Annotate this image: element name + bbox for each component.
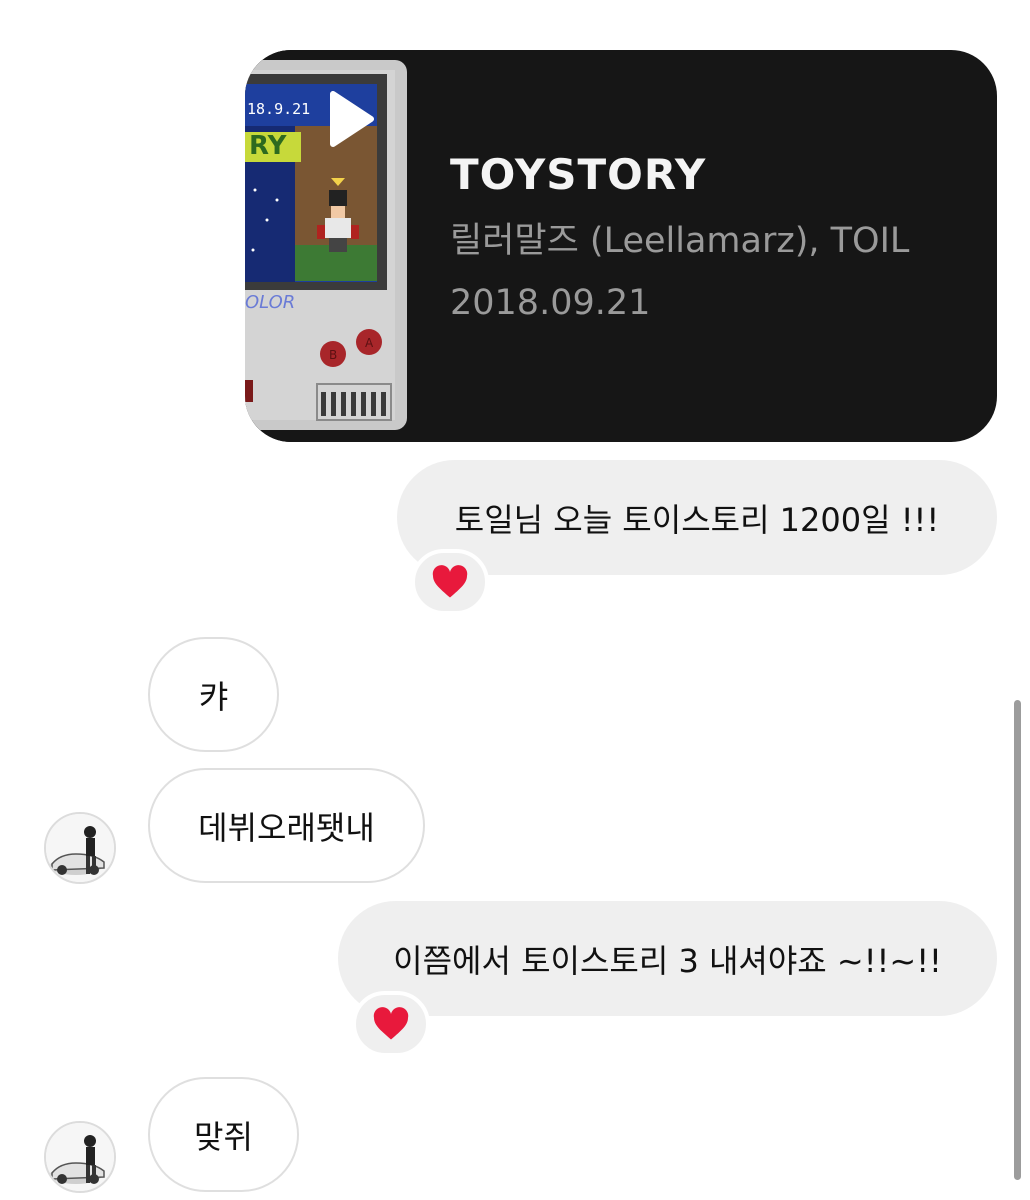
message-reaction[interactable]: [352, 991, 430, 1057]
heart-icon: [432, 565, 468, 598]
song-title: TOYSTORY: [450, 150, 707, 199]
message-reaction[interactable]: [411, 549, 489, 615]
avatar[interactable]: [44, 1121, 116, 1193]
message-text: 맞쥐: [194, 1117, 253, 1156]
user-avatar-icon: [46, 1123, 114, 1191]
button-b-label: B: [329, 348, 337, 362]
shared-song-card[interactable]: 18.9.21 RY OLOR B A TOYSTORY 릴러말즈 (Leell…: [245, 50, 997, 442]
screen-date-text: 18.9.21: [247, 100, 310, 118]
console-brand-text: OLOR: [245, 292, 295, 313]
message-text: 이쯤에서 토이스토리 3 내셔야죠 ~!!~!!: [393, 941, 942, 980]
heart-icon: [373, 1007, 409, 1040]
song-info: TOYSTORY 릴러말즈 (Leellamarz), TOIL 2018.09…: [450, 144, 987, 334]
message-bubble-received[interactable]: 데뷔오래됏내: [148, 768, 425, 883]
song-release-date: 2018.09.21: [450, 283, 651, 323]
message-text: 캬: [198, 677, 229, 716]
button-a-label: A: [365, 336, 374, 350]
message-text: 데뷔오래됏내: [198, 808, 375, 847]
message-text: 토일님 오늘 토이스토리 1200일 !!!: [454, 500, 940, 539]
handheld-console-artwork: 18.9.21 RY OLOR B A: [245, 50, 410, 442]
message-bubble-sent[interactable]: 토일님 오늘 토이스토리 1200일 !!!: [397, 460, 997, 575]
song-artist: 릴러말즈 (Leellamarz), TOIL: [450, 221, 910, 261]
message-bubble-received[interactable]: 캬: [148, 637, 279, 752]
message-bubble-received[interactable]: 맞쥐: [148, 1077, 299, 1192]
message-bubble-sent[interactable]: 이쯤에서 토이스토리 3 내셔야죠 ~!!~!!: [338, 901, 997, 1016]
avatar[interactable]: [44, 812, 116, 884]
album-thumbnail[interactable]: 18.9.21 RY OLOR B A: [245, 50, 410, 442]
user-avatar-icon: [46, 814, 114, 882]
scrollbar-thumb[interactable]: [1014, 700, 1021, 1180]
screen-word-text: RY: [249, 131, 288, 161]
